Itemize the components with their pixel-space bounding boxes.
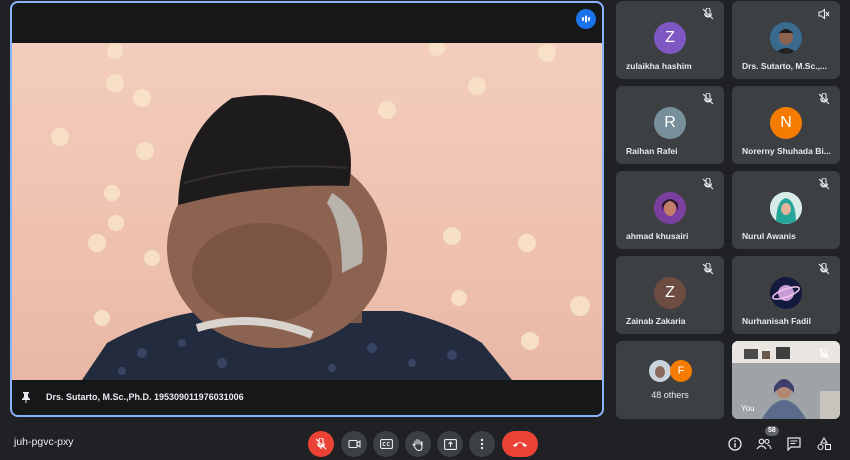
present-screen-button[interactable] — [437, 431, 463, 457]
main-speaker-tile[interactable]: Drs. Sutarto, M.Sc.,Ph.D. 19530901197603… — [10, 1, 604, 417]
avatar: Z — [654, 277, 686, 309]
participant-tile-ahmad[interactable]: ahmad khusairi — [616, 171, 724, 249]
activities-icon — [817, 437, 831, 451]
participant-name: Nurul Awanis — [742, 231, 796, 241]
participant-name: zulaikha hashim — [626, 61, 692, 71]
avatar-photo — [770, 192, 802, 224]
avatar-photo — [770, 22, 802, 54]
avatar: Z — [654, 22, 686, 54]
avatar-photo — [649, 360, 671, 382]
mic-off-icon — [818, 93, 830, 105]
hand-icon — [412, 438, 423, 451]
mic-toggle-button[interactable] — [308, 431, 334, 457]
meeting-code: juh-pgvc-pxy — [14, 436, 74, 448]
mic-off-icon — [818, 348, 830, 360]
mic-off-icon — [315, 438, 327, 450]
self-label: You — [741, 404, 755, 413]
leave-call-button[interactable] — [502, 431, 538, 457]
speaker-name: Drs. Sutarto, M.Sc.,Ph.D. 19530901197603… — [46, 391, 244, 402]
mic-off-icon — [818, 178, 830, 190]
present-screen-icon — [443, 438, 457, 450]
participant-tile-zulaikha[interactable]: Z zulaikha hashim — [616, 1, 724, 79]
mic-off-icon — [702, 8, 714, 20]
chat-button[interactable] — [785, 435, 803, 453]
more-options-button[interactable] — [469, 431, 495, 457]
speaking-indicator-icon — [576, 9, 596, 29]
participant-name: Raihan Rafei — [626, 146, 678, 156]
others-count-label: 48 others — [651, 390, 689, 400]
mic-off-icon — [818, 263, 830, 275]
mic-off-icon — [702, 178, 714, 190]
participant-tile-raihan[interactable]: R Raihan Rafei — [616, 86, 724, 164]
speaker-video — [12, 43, 602, 380]
avatar-photo — [770, 277, 802, 309]
avatar-photo — [654, 192, 686, 224]
others-tile[interactable]: F 48 others — [616, 341, 724, 419]
participant-name: Zainab Zakaria — [626, 316, 686, 326]
participant-name: Nurhanisah Fadil — [742, 316, 811, 326]
camera-icon — [347, 439, 361, 449]
participant-tile-norerny[interactable]: N Norerny Shuhada Bi... — [732, 86, 840, 164]
speaker-name-bar: Drs. Sutarto, M.Sc.,Ph.D. 19530901197603… — [12, 378, 602, 415]
people-button[interactable] — [755, 435, 773, 453]
participant-tile-nurul[interactable]: Nurul Awanis — [732, 171, 840, 249]
people-count-badge: 58 — [765, 426, 779, 436]
participant-name: Norerny Shuhada Bi... — [742, 146, 831, 156]
people-icon — [756, 438, 772, 450]
closed-captions-icon — [379, 439, 393, 449]
participant-name: ahmad khusairi — [626, 231, 689, 241]
meeting-details-button[interactable] — [726, 435, 744, 453]
avatar: F — [670, 360, 692, 382]
camera-toggle-button[interactable] — [341, 431, 367, 457]
participant-tile-zainab[interactable]: Z Zainab Zakaria — [616, 256, 724, 334]
avatar: R — [654, 107, 686, 139]
mic-off-icon — [702, 263, 714, 275]
info-icon — [728, 437, 742, 451]
chat-icon — [787, 437, 801, 451]
participant-tile-sutarto[interactable]: Drs. Sutarto, M.Sc.,... — [732, 1, 840, 79]
self-view-tile[interactable]: You — [732, 341, 840, 419]
activities-button[interactable] — [815, 435, 833, 453]
participant-tile-nurhanisah[interactable]: Nurhanisah Fadil — [732, 256, 840, 334]
avatar: N — [770, 107, 802, 139]
captions-button[interactable] — [373, 431, 399, 457]
more-vert-icon — [480, 438, 484, 450]
mic-off-icon — [702, 93, 714, 105]
end-call-icon — [513, 442, 527, 447]
pin-icon[interactable] — [20, 391, 32, 403]
participant-name: Drs. Sutarto, M.Sc.,... — [742, 61, 828, 71]
raise-hand-button[interactable] — [405, 431, 431, 457]
volume-off-icon — [818, 8, 830, 20]
speaker-video-image — [51, 43, 590, 380]
